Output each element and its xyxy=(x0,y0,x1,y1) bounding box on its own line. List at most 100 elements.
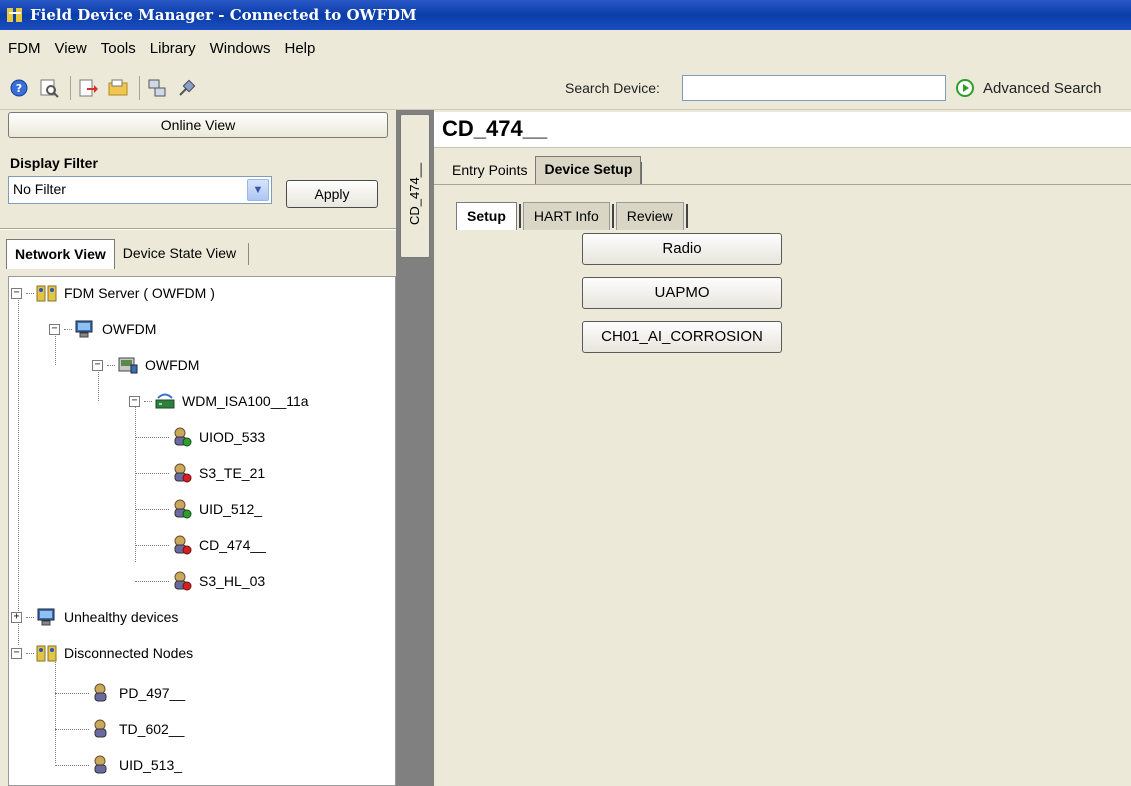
tree-line xyxy=(135,581,169,582)
tab-separator xyxy=(248,243,250,265)
device-icon xyxy=(91,683,113,703)
tree-node[interactable]: − Disconnected Nodes xyxy=(11,641,193,665)
network-card-icon xyxy=(117,355,139,375)
toolbar-separator xyxy=(70,75,71,100)
tree-node-label: TD_602__ xyxy=(119,721,185,737)
search-device-label: Search Device: xyxy=(565,80,660,96)
tree-node[interactable]: S3_TE_21 xyxy=(171,461,265,485)
tree-line xyxy=(55,729,89,730)
tab-separator xyxy=(641,162,643,184)
chevron-down-icon[interactable]: ▼ xyxy=(247,179,269,201)
computer-icon xyxy=(36,607,58,627)
tree-node[interactable]: UID_513_ xyxy=(91,753,182,777)
tab-device-state-view[interactable]: Device State View xyxy=(115,239,244,269)
divider xyxy=(0,228,396,230)
tree-line xyxy=(135,473,169,474)
tree-node[interactable]: − WDM_ISA100__11a xyxy=(129,389,309,413)
tree-node[interactable]: UIOD_533 xyxy=(171,425,265,449)
collapse-icon[interactable]: − xyxy=(11,647,22,659)
menu-fdm[interactable]: FDM xyxy=(8,40,41,57)
tree-node[interactable]: − OWFDM xyxy=(49,317,156,341)
tree-node-label: UID_513_ xyxy=(119,757,183,773)
menu-tools[interactable]: Tools xyxy=(101,40,136,57)
tab-device-setup[interactable]: Device Setup xyxy=(535,156,642,184)
network-icon[interactable] xyxy=(144,75,170,101)
advanced-search-link[interactable]: Advanced Search xyxy=(955,78,1101,98)
collapse-icon[interactable]: − xyxy=(49,323,60,335)
vertical-device-tab[interactable]: CD_474__ xyxy=(400,114,430,258)
device-tabs: Entry Points Device Setup xyxy=(444,154,643,184)
tab-separator xyxy=(685,204,688,228)
tree-line xyxy=(135,401,136,562)
import-icon[interactable] xyxy=(105,75,131,101)
view-tabs: Network View Device State View xyxy=(6,238,250,270)
tree-node[interactable]: PD_497__ xyxy=(91,681,185,705)
tree-node-label: FDM Server ( OWFDM ) xyxy=(64,285,215,301)
go-arrow-icon xyxy=(955,78,975,98)
online-view-button[interactable]: Online View xyxy=(8,112,388,138)
tree-line xyxy=(64,328,72,330)
tab-network-view[interactable]: Network View xyxy=(6,239,115,269)
device-healthy-icon xyxy=(171,427,193,447)
collapse-icon[interactable]: − xyxy=(92,359,103,371)
title-bar: Field Device Manager - Connected to OWFD… xyxy=(0,0,1131,30)
menu-windows[interactable]: Windows xyxy=(210,40,271,57)
left-panel: Online View Display Filter No Filter ▼ A… xyxy=(0,110,396,786)
uapmo-button[interactable]: UAPMO xyxy=(582,277,782,309)
device-tree[interactable]: − FDM Server ( OWFDM ) − OWFDM − OWFDM − WDM_IS… xyxy=(8,276,396,786)
export-icon[interactable] xyxy=(75,75,101,101)
tree-node-label: OWFDM xyxy=(145,357,200,373)
tree-line xyxy=(55,765,89,766)
display-filter-select[interactable]: No Filter ▼ xyxy=(8,176,272,204)
tree-line xyxy=(135,509,169,510)
device-setup-content: Setup HART Info Review Radio UAPMO CH01_… xyxy=(434,184,1131,786)
subtab-setup[interactable]: Setup xyxy=(456,202,517,230)
device-error-icon xyxy=(171,571,193,591)
help-icon[interactable]: ? xyxy=(6,75,32,101)
window-title: Field Device Manager - Connected to OWFD… xyxy=(30,6,417,24)
tree-node-label: Disconnected Nodes xyxy=(64,645,194,661)
tab-separator xyxy=(518,204,521,228)
tab-entry-points[interactable]: Entry Points xyxy=(444,158,535,184)
device-icon xyxy=(91,755,113,775)
tree-node[interactable]: CD_474__ xyxy=(171,533,266,557)
svg-text:?: ? xyxy=(16,82,22,95)
server-nodes-icon xyxy=(36,283,58,303)
tree-node[interactable]: S3_HL_03 xyxy=(171,569,265,593)
tree-node-label: WDM_ISA100__11a xyxy=(182,393,309,409)
tree-line xyxy=(18,293,19,645)
collapse-icon[interactable]: − xyxy=(11,287,22,299)
search-device-input[interactable] xyxy=(682,75,946,101)
apply-button[interactable]: Apply xyxy=(286,180,378,208)
tree-node[interactable]: − FDM Server ( OWFDM ) xyxy=(11,281,215,305)
tree-node-label: Unhealthy devices xyxy=(64,609,179,625)
tree-node-label: S3_TE_21 xyxy=(199,465,266,481)
tree-node[interactable]: TD_602__ xyxy=(91,717,184,741)
tree-line xyxy=(26,616,34,618)
ch01-ai-corrosion-button[interactable]: CH01_AI_CORROSION xyxy=(582,321,782,353)
radio-button[interactable]: Radio xyxy=(582,233,782,265)
tree-node[interactable]: + Unhealthy devices xyxy=(11,605,178,629)
vertical-tab-label: CD_474__ xyxy=(407,162,422,225)
collapse-icon[interactable]: − xyxy=(129,395,140,407)
tree-node-label: OWFDM xyxy=(102,321,157,337)
menu-library[interactable]: Library xyxy=(150,40,196,57)
right-panel: CD_474__ Entry Points Device Setup Setup… xyxy=(434,110,1131,786)
device-icon xyxy=(91,719,113,739)
tab-separator xyxy=(611,204,614,228)
filter-selected-value: No Filter xyxy=(13,181,66,197)
tree-node[interactable]: UID_512_ xyxy=(171,497,262,521)
subtab-hart-info[interactable]: HART Info xyxy=(522,202,610,230)
tree-line xyxy=(55,657,56,763)
connect-plug-icon[interactable] xyxy=(174,75,200,101)
find-icon[interactable] xyxy=(36,75,62,101)
computer-icon xyxy=(74,319,96,339)
tree-node[interactable]: − OWFDM xyxy=(92,353,199,377)
subtab-review[interactable]: Review xyxy=(615,202,684,230)
menu-help[interactable]: Help xyxy=(285,40,316,57)
wireless-gateway-icon xyxy=(154,391,176,411)
tree-line xyxy=(26,652,34,654)
tree-line xyxy=(144,400,152,402)
expand-icon[interactable]: + xyxy=(11,611,22,623)
menu-view[interactable]: View xyxy=(55,40,87,57)
